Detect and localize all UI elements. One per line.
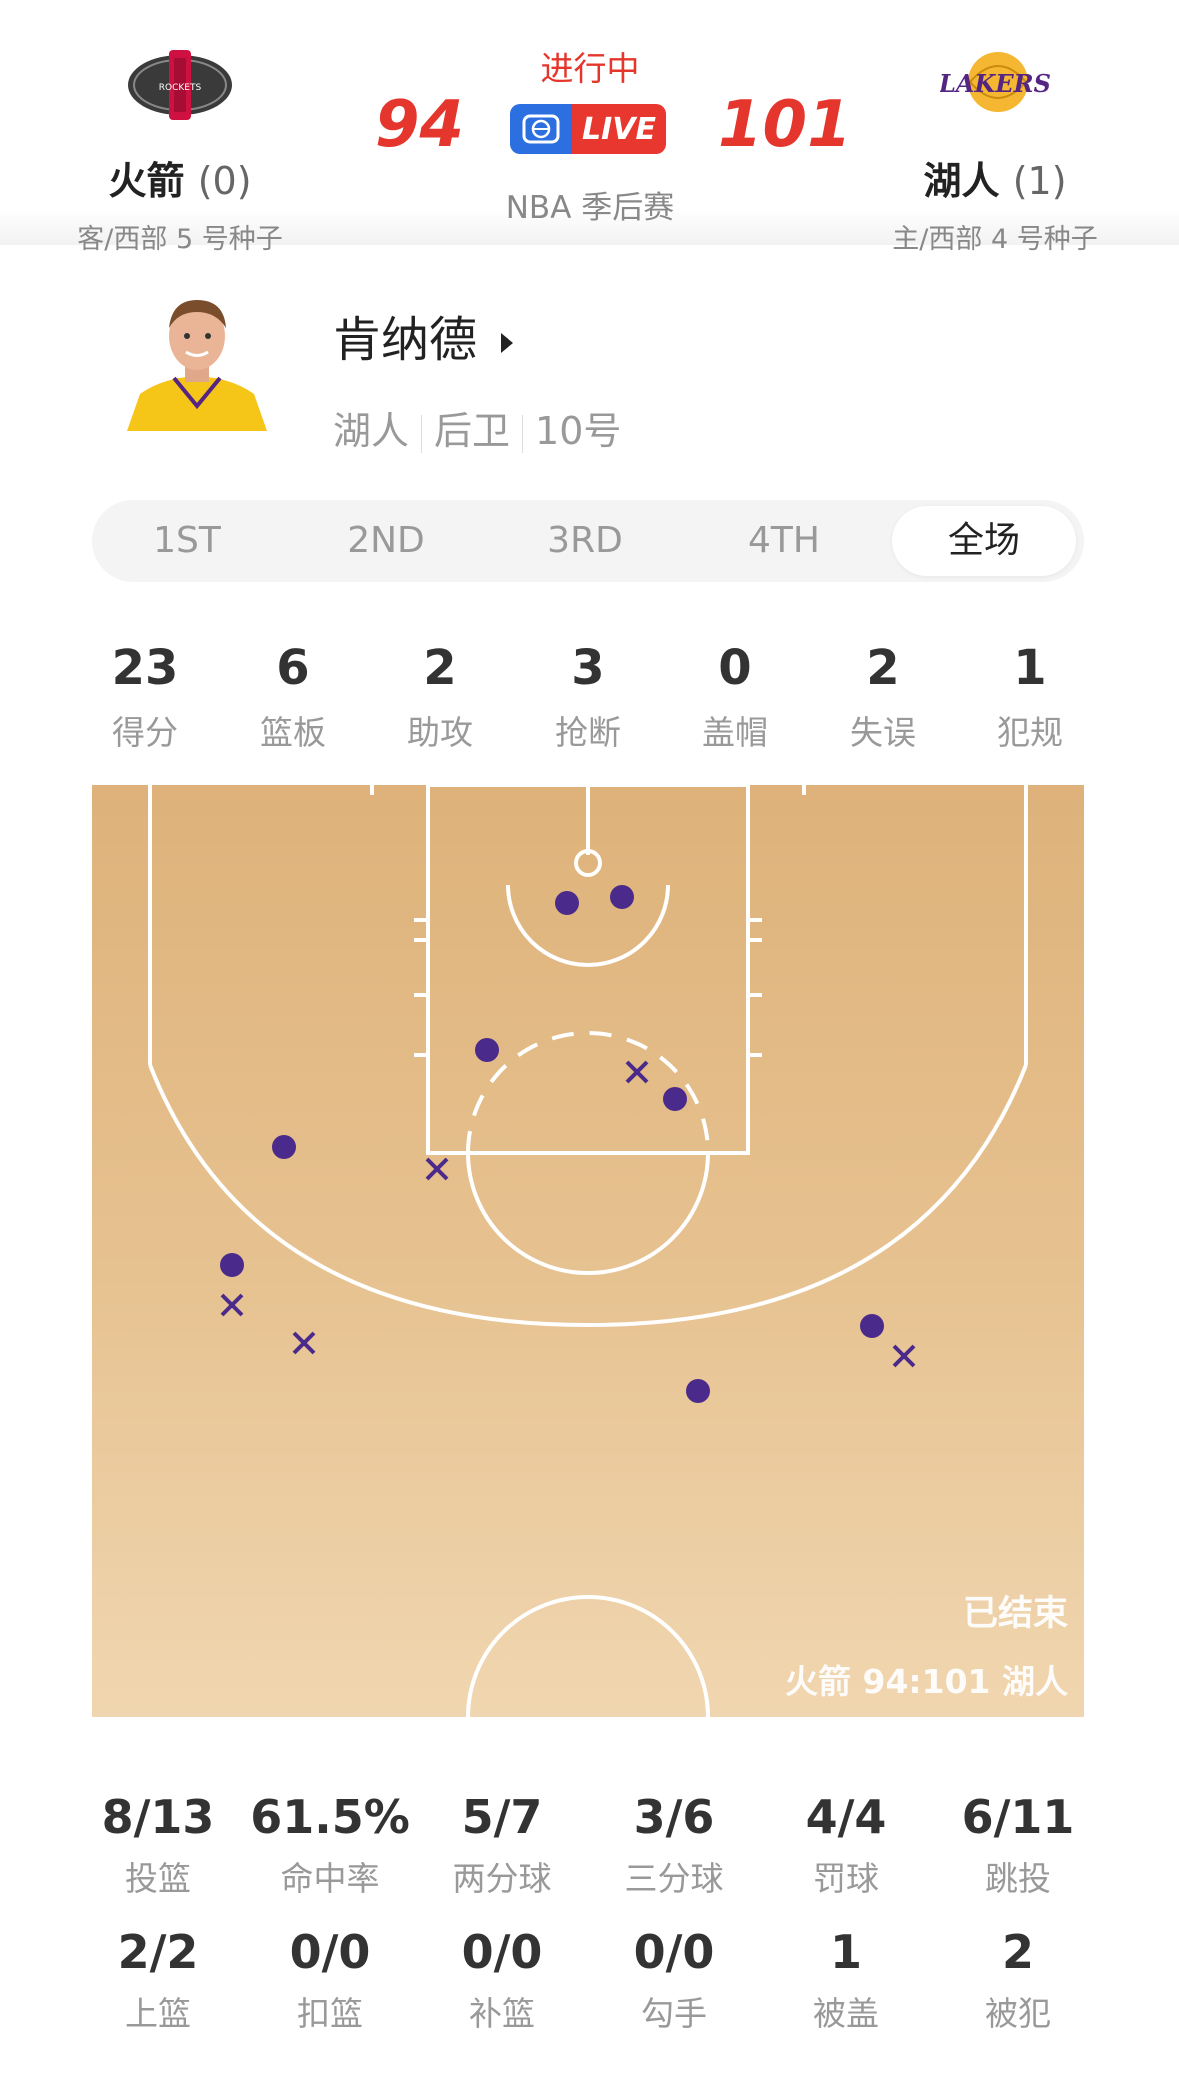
tab-4th[interactable]: 4TH bbox=[689, 506, 879, 576]
chevron-right-icon bbox=[501, 333, 514, 353]
stat-layup: 2/2 上篮 bbox=[117, 1925, 199, 2033]
live-label: LIVE bbox=[572, 104, 666, 154]
away-team-seed: 客/西部 5 号种子 bbox=[77, 224, 283, 255]
stat-fg-pct: 61.5% 命中率 bbox=[250, 1790, 410, 1898]
stat-3pt: 3/6 三分球 bbox=[624, 1790, 724, 1898]
stat-fouled: 2 被犯 bbox=[985, 1925, 1051, 2033]
game-status: 进行中 bbox=[540, 49, 640, 88]
home-team[interactable]: LAKERS 湖人 (1) 主/西部 4 号种子 bbox=[845, 40, 1145, 256]
stat-ft: 4/4 罚球 bbox=[805, 1790, 887, 1898]
basketball-tv-icon bbox=[510, 104, 572, 154]
live-badge[interactable]: LIVE bbox=[510, 104, 666, 154]
stat-turnovers: 2 失误 bbox=[850, 640, 916, 752]
lakers-logo: LAKERS bbox=[938, 40, 1051, 130]
player-info: 湖人 后卫 10号 bbox=[333, 409, 622, 453]
stat-fg: 8/13 投篮 bbox=[101, 1790, 215, 1898]
stat-2pt: 5/7 两分球 bbox=[452, 1790, 552, 1898]
lakers-logo-text: LAKERS bbox=[940, 69, 1050, 98]
shot-made-marker bbox=[555, 891, 579, 915]
shot-made-marker bbox=[475, 1038, 499, 1062]
game-final-status: 已结束 bbox=[962, 1594, 1068, 1634]
court-lines bbox=[148, 785, 1028, 1717]
home-team-seed: 主/西部 4 号种子 bbox=[892, 224, 1098, 255]
shot-missed-marker bbox=[220, 1293, 244, 1317]
shot-made-marker bbox=[663, 1087, 687, 1111]
player-name-link[interactable]: 肯纳德 bbox=[333, 300, 516, 370]
period-tabs: 1ST 2ND 3RD 4TH 全场 bbox=[92, 500, 1084, 582]
away-team[interactable]: ROCKETS 火箭 (0) 客/西部 5 号种子 bbox=[30, 40, 330, 256]
stat-blocks: 0 盖帽 bbox=[702, 640, 768, 752]
rockets-logo: ROCKETS bbox=[125, 40, 235, 130]
stat-assists: 2 助攻 bbox=[407, 640, 473, 752]
shot-made-marker bbox=[686, 1379, 710, 1403]
stat-fouls: 1 犯规 bbox=[997, 640, 1063, 752]
game-header: ROCKETS 火箭 (0) 客/西部 5 号种子 进行中 94 LIVE 10… bbox=[0, 0, 1179, 255]
tab-full-game[interactable]: 全场 bbox=[892, 506, 1076, 576]
stat-dunk: 0/0 扣篮 bbox=[289, 1925, 371, 2033]
game-final-score: 火箭 94:101 湖人 bbox=[785, 1662, 1068, 1701]
stat-rebounds: 6 篮板 bbox=[260, 640, 326, 752]
away-score: 94 bbox=[375, 88, 465, 162]
shot-missed-marker bbox=[292, 1331, 316, 1355]
svg-text:ROCKETS: ROCKETS bbox=[159, 83, 202, 93]
shot-missed-marker bbox=[625, 1060, 649, 1084]
stat-blocked: 1 被盖 bbox=[813, 1925, 879, 2033]
stat-points: 23 得分 bbox=[111, 640, 179, 752]
shot-chart-court: 已结束 火箭 94:101 湖人 bbox=[92, 785, 1084, 1717]
stat-steals: 3 抢断 bbox=[555, 640, 621, 752]
shot-missed-marker bbox=[892, 1344, 916, 1368]
stat-putback: 0/0 补篮 bbox=[461, 1925, 543, 2033]
stat-hook: 0/0 勾手 bbox=[633, 1925, 715, 2033]
shot-missed-marker bbox=[425, 1157, 449, 1181]
stat-jumpshot: 6/11 跳投 bbox=[961, 1790, 1075, 1898]
shot-made-marker bbox=[860, 1314, 884, 1338]
league-label: NBA 季后赛 bbox=[505, 190, 675, 226]
home-team-name: 湖人 (1) bbox=[923, 159, 1067, 203]
tab-2nd[interactable]: 2ND bbox=[291, 506, 481, 576]
player-avatar[interactable] bbox=[122, 296, 272, 431]
tab-3rd[interactable]: 3RD bbox=[490, 506, 680, 576]
shot-made-marker bbox=[220, 1253, 244, 1277]
away-team-name: 火箭 (0) bbox=[108, 159, 252, 203]
shot-made-marker bbox=[272, 1135, 296, 1159]
tab-1st[interactable]: 1ST bbox=[92, 506, 282, 576]
home-score: 101 bbox=[718, 88, 852, 162]
shot-made-marker bbox=[610, 885, 634, 909]
